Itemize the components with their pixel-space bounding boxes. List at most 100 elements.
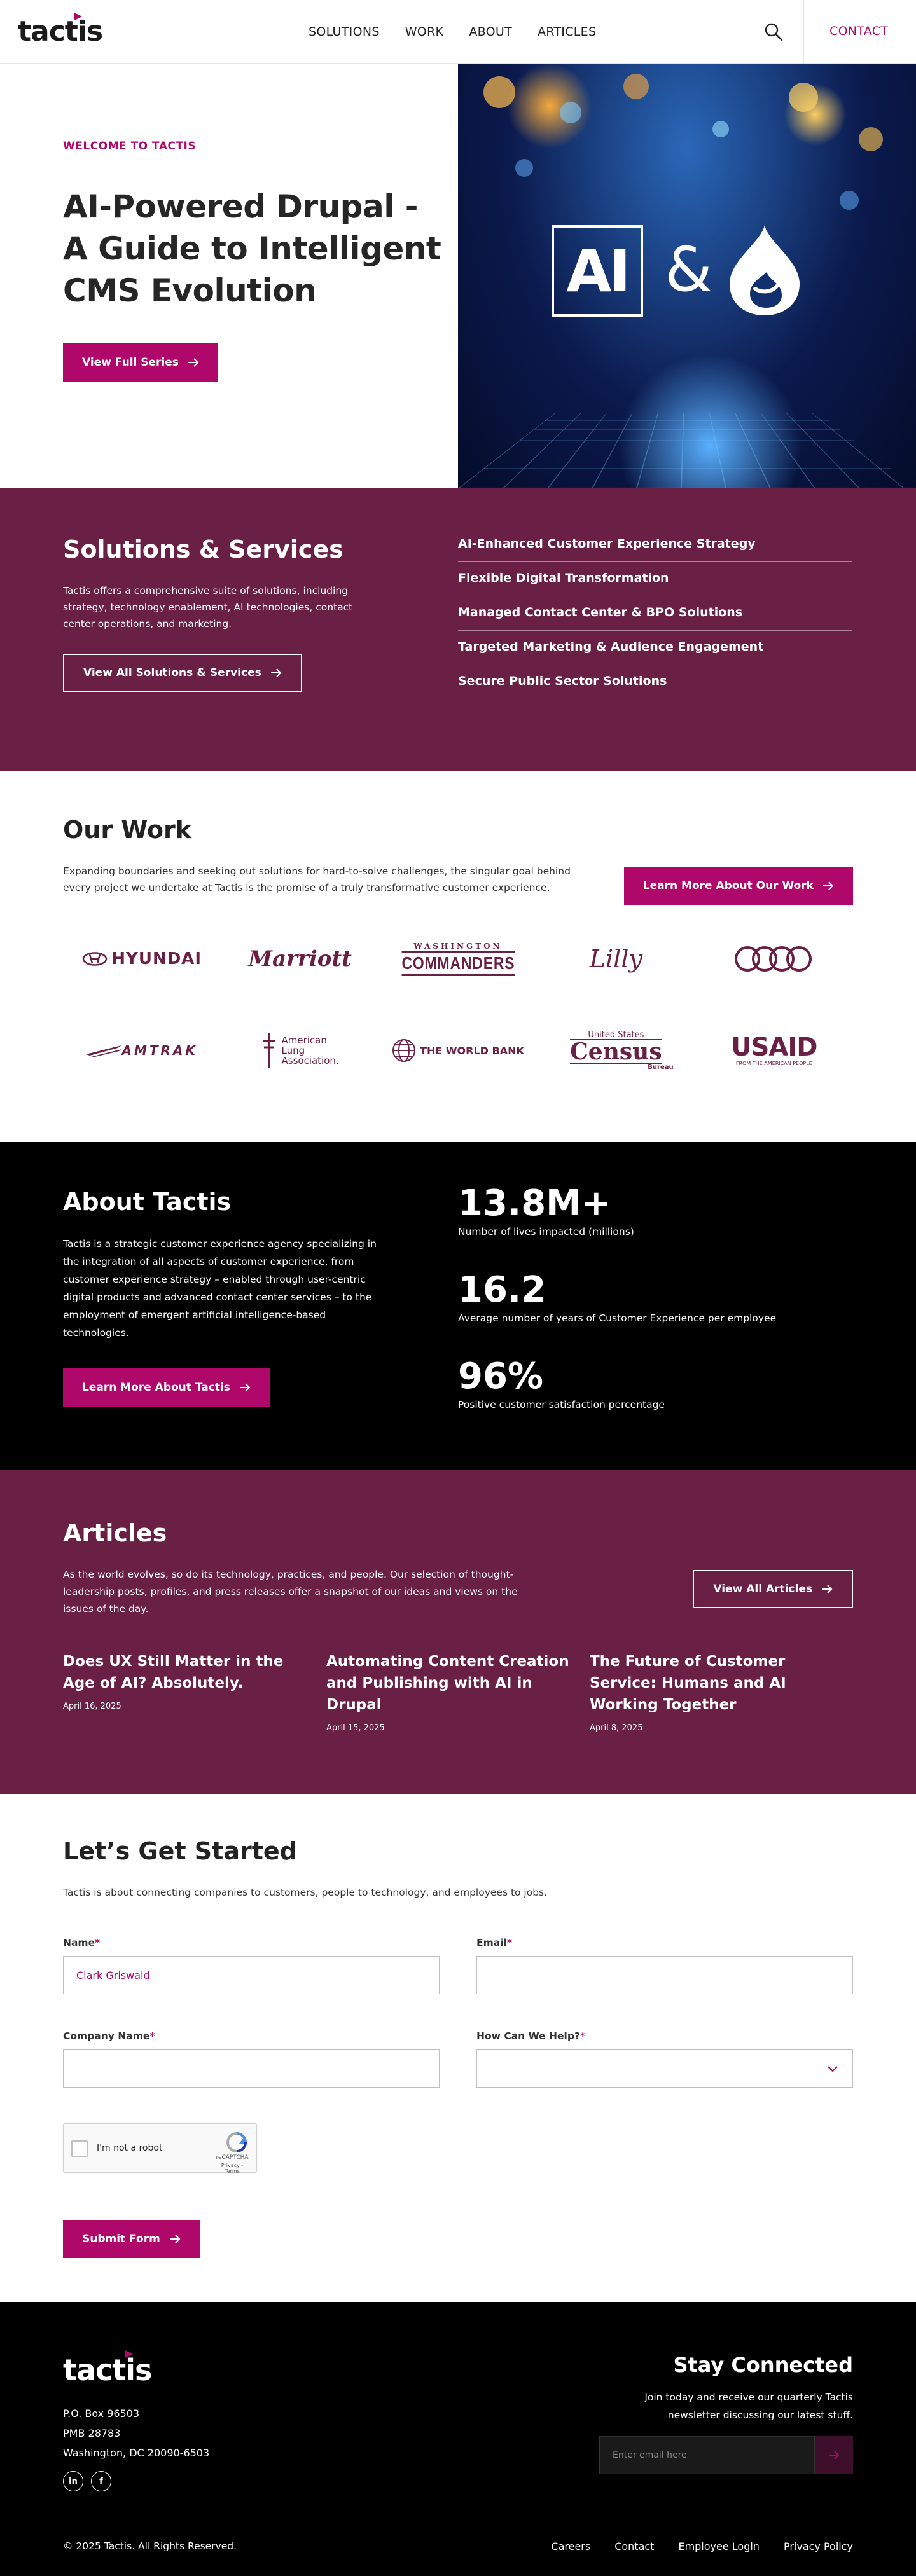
solution-item[interactable]: AI-Enhanced Customer Experience Strategy — [458, 528, 852, 562]
help-label: How Can We Help?* — [476, 2030, 585, 2042]
footer-link-employee-login[interactable]: Employee Login — [678, 2540, 760, 2552]
recaptcha-terms[interactable]: Privacy - Terms — [213, 2163, 251, 2174]
company-label-text: Company Name — [63, 2030, 150, 2042]
nav-solutions[interactable]: SOLUTIONS — [309, 25, 380, 39]
ai-badge: AI — [552, 225, 643, 317]
footer-link-careers[interactable]: Careers — [551, 2540, 590, 2552]
learn-more-work-label: Learn More About Our Work — [642, 879, 814, 892]
world-bank-wordmark: THE WORLD BANK — [420, 1044, 524, 1057]
work-intro-row: Expanding boundaries and seeking out sol… — [63, 863, 853, 905]
company-input[interactable] — [63, 2049, 440, 2088]
view-all-solutions-label: View All Solutions & Services — [83, 666, 261, 679]
articles-intro-row: As the world evolves, so do its technolo… — [63, 1566, 853, 1618]
solution-item[interactable]: Secure Public Sector Solutions — [458, 665, 852, 699]
view-all-articles-button[interactable]: View All Articles — [693, 1570, 853, 1608]
address-line: P.O. Box 96503 — [63, 2407, 140, 2420]
footer-address: P.O. Box 96503 PMB 28783 Washington, DC … — [63, 2404, 209, 2463]
work-text: Expanding boundaries and seeking out sol… — [63, 865, 571, 893]
arrow-right-icon — [188, 358, 199, 367]
article-date: April 16, 2025 — [63, 1702, 121, 1711]
submit-form-button[interactable]: Submit Form — [63, 2220, 200, 2258]
newsletter-submit-button[interactable] — [815, 2436, 853, 2474]
newsletter-text: Join today and receive our quarterly Tac… — [644, 2392, 853, 2421]
article-card[interactable]: Does UX Still Matter in the Age of AI? A… — [63, 1651, 326, 1733]
nav-divider — [803, 0, 804, 64]
drupal-drop-icon — [730, 225, 800, 315]
submit-form-label: Submit Form — [82, 2233, 160, 2245]
article-card[interactable]: The Future of Customer Service: Humans a… — [590, 1651, 853, 1733]
copyright: © 2025 Tactis. All Rights Reserved. — [63, 2540, 237, 2552]
name-label-text: Name — [63, 1937, 95, 1948]
stat-value: 96% — [458, 1356, 544, 1397]
help-select[interactable] — [476, 2049, 853, 2088]
footer-link-privacy[interactable]: Privacy Policy — [784, 2540, 853, 2552]
ala-line-3: Association. — [281, 1055, 339, 1066]
learn-more-tactis-button[interactable]: Learn More About Tactis — [63, 1368, 270, 1407]
recaptcha-checkbox[interactable] — [71, 2140, 88, 2157]
recaptcha-icon — [226, 2132, 247, 2152]
required-mark: * — [506, 1937, 512, 1948]
usaid-wordmark: USAID — [731, 1033, 817, 1062]
about-text: Tactis is a strategic customer experienc… — [63, 1238, 377, 1339]
footer-logo[interactable]: tactis — [63, 2350, 152, 2387]
solution-item[interactable]: Managed Contact Center & BPO Solutions — [458, 596, 852, 631]
site-logo[interactable]: tactis — [18, 13, 103, 48]
email-input[interactable] — [476, 1956, 853, 1994]
ala-line-1: American — [281, 1035, 327, 1046]
arrow-right-icon — [270, 668, 282, 677]
learn-more-work-button[interactable]: Learn More About Our Work — [623, 867, 853, 905]
our-work-section: Our Work Expanding boundaries and seekin… — [0, 771, 916, 1142]
commanders-top: WASHINGTON — [413, 942, 503, 951]
required-mark: * — [579, 2030, 586, 2042]
audi-rings-icon — [734, 946, 812, 972]
ampersand: & — [665, 234, 712, 305]
hyundai-emblem-icon — [83, 952, 108, 966]
hyundai-logo: HYUNDAI — [63, 929, 221, 989]
newsletter-email-input[interactable]: Enter email here — [599, 2436, 815, 2474]
bokeh-light — [859, 127, 883, 151]
census-logo: United States Census Bureau — [537, 1021, 695, 1080]
article-title: The Future of Customer Service: Humans a… — [590, 1653, 786, 1713]
search-icon[interactable] — [763, 22, 784, 42]
solution-item[interactable]: Targeted Marketing & Audience Engagement — [458, 631, 852, 665]
articles-title: Articles — [63, 1519, 167, 1547]
bokeh-light — [840, 191, 859, 210]
solutions-intro: Solutions & Services Tactis offers a com… — [0, 488, 458, 771]
solution-item[interactable]: Flexible Digital Transformation — [458, 562, 852, 596]
hero-title: AI-Powered Drupal - A Guide to Intellige… — [63, 188, 441, 309]
view-full-series-button[interactable]: View Full Series — [63, 343, 218, 382]
hero-eyebrow: WELCOME TO TACTIS — [63, 140, 197, 153]
solutions-section: Solutions & Services Tactis offers a com… — [0, 488, 916, 771]
nav-articles[interactable]: ARTICLES — [538, 25, 596, 39]
articles-text: As the world evolves, so do its technolo… — [63, 1569, 518, 1615]
solutions-list: AI-Enhanced Customer Experience Strategy… — [458, 488, 852, 771]
usaid-tagline: FROM THE AMERICAN PEOPLE — [735, 1061, 812, 1066]
facebook-icon[interactable]: f — [91, 2471, 111, 2491]
footer-links: Careers Contact Employee Login Privacy P… — [551, 2540, 853, 2552]
article-card[interactable]: Automating Content Creation and Publishi… — [326, 1651, 590, 1733]
about-stats: 13.8M+ Number of lives impacted (million… — [458, 1142, 776, 1470]
census-bottom: Bureau — [648, 1063, 674, 1071]
view-all-solutions-button[interactable]: View All Solutions & Services — [63, 654, 302, 692]
linkedin-icon[interactable]: in — [63, 2471, 83, 2491]
help-label-text: How Can We Help? — [476, 2030, 580, 2042]
logo-text: tactis — [18, 15, 103, 48]
name-input[interactable]: Clark Griswald — [63, 1956, 440, 1994]
commanders-logo: WASHINGTON COMMANDERS — [379, 929, 537, 989]
footer-link-contact[interactable]: Contact — [614, 2540, 654, 2552]
lilly-logo: Lilly — [537, 929, 695, 989]
nav-work[interactable]: WORK — [405, 25, 444, 39]
help-field: How Can We Help?* — [476, 2030, 853, 2088]
ai-text: AI — [566, 237, 630, 305]
recaptcha-brand: reCAPTCHA — [216, 2154, 249, 2161]
bokeh-light — [560, 102, 581, 123]
nav-contact[interactable]: CONTACT — [829, 24, 888, 38]
amtrak-wordmark: AMTRAK — [121, 1043, 198, 1058]
census-wordmark: Census — [570, 1038, 662, 1065]
article-title: Automating Content Creation and Publishi… — [326, 1653, 569, 1713]
cross-icon — [262, 1033, 275, 1068]
nav-about[interactable]: ABOUT — [469, 25, 512, 39]
about-title: About Tactis — [63, 1188, 232, 1216]
arrow-right-icon — [829, 2451, 840, 2460]
arrow-right-icon — [239, 1383, 251, 1392]
